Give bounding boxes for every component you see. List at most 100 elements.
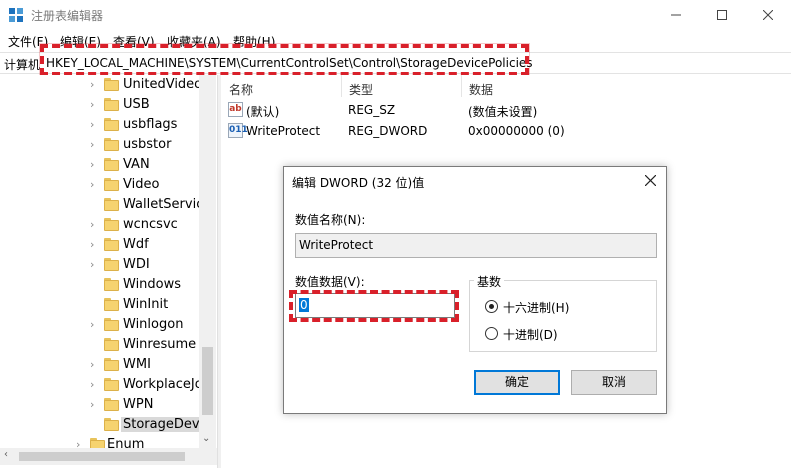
value-data-label: 数值数据(V): [295,275,365,289]
ok-button[interactable]: 确定 [474,370,560,395]
column-header-type[interactable]: 类型 [349,81,373,98]
tree-item[interactable]: › UnitedVideo [0,75,203,95]
tree-item-label: WDI [123,257,150,272]
tree-item[interactable]: › Winlogon [0,315,200,335]
radio-hex-label[interactable]: 十六进制(H) [503,299,569,316]
minimize-button[interactable] [653,0,699,30]
address-bar[interactable]: 计算机 HKEY_LOCAL_MACHINE\SYSTEM\CurrentCon… [0,52,791,74]
tree-item-label: Wdf [123,237,149,252]
menu-edit[interactable]: 编辑(E) [60,33,101,50]
scroll-down-arrow-icon[interactable]: ⌄ [202,433,210,444]
value-name-field: WriteProtect [295,233,657,258]
folder-icon [104,218,119,231]
folder-icon [104,318,119,331]
cancel-button[interactable]: 取消 [571,370,657,395]
tree-item[interactable]: Windows [0,275,200,295]
folder-icon [104,238,119,251]
folder-icon [104,358,119,371]
tree-item[interactable]: › WMI [0,355,200,375]
tree-item[interactable]: › wcncsvc [0,215,200,235]
tree-item-label: Video [123,177,160,192]
chevron-right-icon[interactable]: › [90,79,100,91]
chevron-right-icon[interactable]: › [90,239,100,251]
menu-view[interactable]: 查看(V) [113,33,155,50]
chevron-right-icon[interactable]: › [90,359,100,371]
minimize-icon [671,14,681,16]
tree-item[interactable]: › WDI [0,255,200,275]
value-data: 0x00000000 (0) [468,124,565,138]
close-button[interactable] [745,0,791,30]
tree-item[interactable]: › usbstor [0,135,200,155]
value-name-label: 数值名称(N): [295,213,366,227]
address-path[interactable]: HKEY_LOCAL_MACHINE\SYSTEM\CurrentControl… [46,56,533,70]
tree-item[interactable]: › VAN [0,155,200,175]
dword-value-icon: 011 [228,123,248,138]
menu-favorites[interactable]: 收藏夹(A) [167,33,221,50]
column-divider[interactable] [341,75,342,97]
tree-horizontal-scroll-thumb[interactable] [19,452,185,461]
tree-item-label: WinInit [123,297,169,312]
value-type: REG_SZ [348,103,396,117]
folder-icon [104,98,119,111]
folder-icon [104,378,119,391]
tree-item[interactable]: › Wdf [0,235,200,255]
tree-item-label: wcncsvc [123,217,178,232]
tree-item[interactable]: › WPN [0,395,200,415]
chevron-right-icon[interactable]: › [90,399,100,411]
chevron-right-icon[interactable]: › [90,159,100,171]
base-group-label: 基数 [474,273,505,290]
chevron-right-icon[interactable]: › [90,179,100,191]
tree-item[interactable]: › WorkplaceJo [0,375,203,395]
string-value-icon: ab [228,102,243,117]
tree-item-label: UnitedVideo [123,77,203,92]
column-divider[interactable] [461,75,462,97]
radio-hex[interactable] [485,300,498,313]
value-row-writeprotect[interactable]: 011 WriteProtect REG_DWORD 0x00000000 (0… [228,121,788,141]
tree-item[interactable]: WinInit [0,295,200,315]
folder-icon [104,178,119,191]
chevron-right-icon[interactable]: › [90,379,100,391]
chevron-right-icon[interactable]: › [90,259,100,271]
chevron-right-icon[interactable]: › [90,319,100,331]
maximize-icon [717,10,727,20]
folder-icon [104,418,119,431]
tree-item-label: USB [123,97,150,112]
value-data-input[interactable]: 0 [295,293,455,318]
value-data: (数值未设置) [468,105,538,119]
tree-item-label: Winlogon [123,317,184,332]
folder-icon [104,338,119,351]
chevron-right-icon[interactable]: › [90,119,100,131]
chevron-right-icon[interactable]: › [90,99,100,111]
key-tree[interactable]: › UnitedVideo › USB › usbflags › usbstor › VAN › Vi… [0,75,217,468]
tree-item[interactable]: Winresume [0,335,200,355]
tree-item-label: usbflags [123,117,178,132]
value-row-default[interactable]: ab (默认) REG_SZ (数值未设置) [228,100,788,120]
chevron-right-icon[interactable]: › [90,139,100,151]
tree-vertical-scroll-thumb[interactable] [202,347,213,415]
folder-icon [104,158,119,171]
radio-decimal-label[interactable]: 十进制(D) [503,326,558,343]
tree-item[interactable]: › USB [0,95,200,115]
dialog-close-button[interactable] [639,170,661,192]
column-header-name[interactable]: 名称 [229,81,253,98]
regedit-icon [9,8,23,22]
tree-item-label: WPN [123,397,154,412]
menu-bar: 文件(F) 编辑(E) 查看(V) 收藏夹(A) 帮助(H) [0,31,791,51]
folder-icon [104,118,119,131]
menu-help[interactable]: 帮助(H) [233,33,275,50]
tree-item[interactable]: › usbflags [0,115,200,135]
value-name: WriteProtect [246,124,321,138]
base-groupbox [469,280,657,352]
tree-item-label: Windows [123,277,182,292]
chevron-right-icon[interactable]: › [90,219,100,231]
tree-item[interactable]: WalletService [0,195,211,215]
tree-item-label: usbstor [123,137,172,152]
scroll-left-arrow-icon[interactable]: ‹ [4,449,8,460]
radio-decimal[interactable] [485,327,498,340]
tree-item[interactable]: › Video [0,175,200,195]
menu-file[interactable]: 文件(F) [8,33,48,50]
tree-item[interactable]: StorageDevic [0,415,213,435]
maximize-button[interactable] [699,0,745,30]
column-header-data[interactable]: 数据 [469,81,493,98]
value-name: (默认) [246,105,280,119]
